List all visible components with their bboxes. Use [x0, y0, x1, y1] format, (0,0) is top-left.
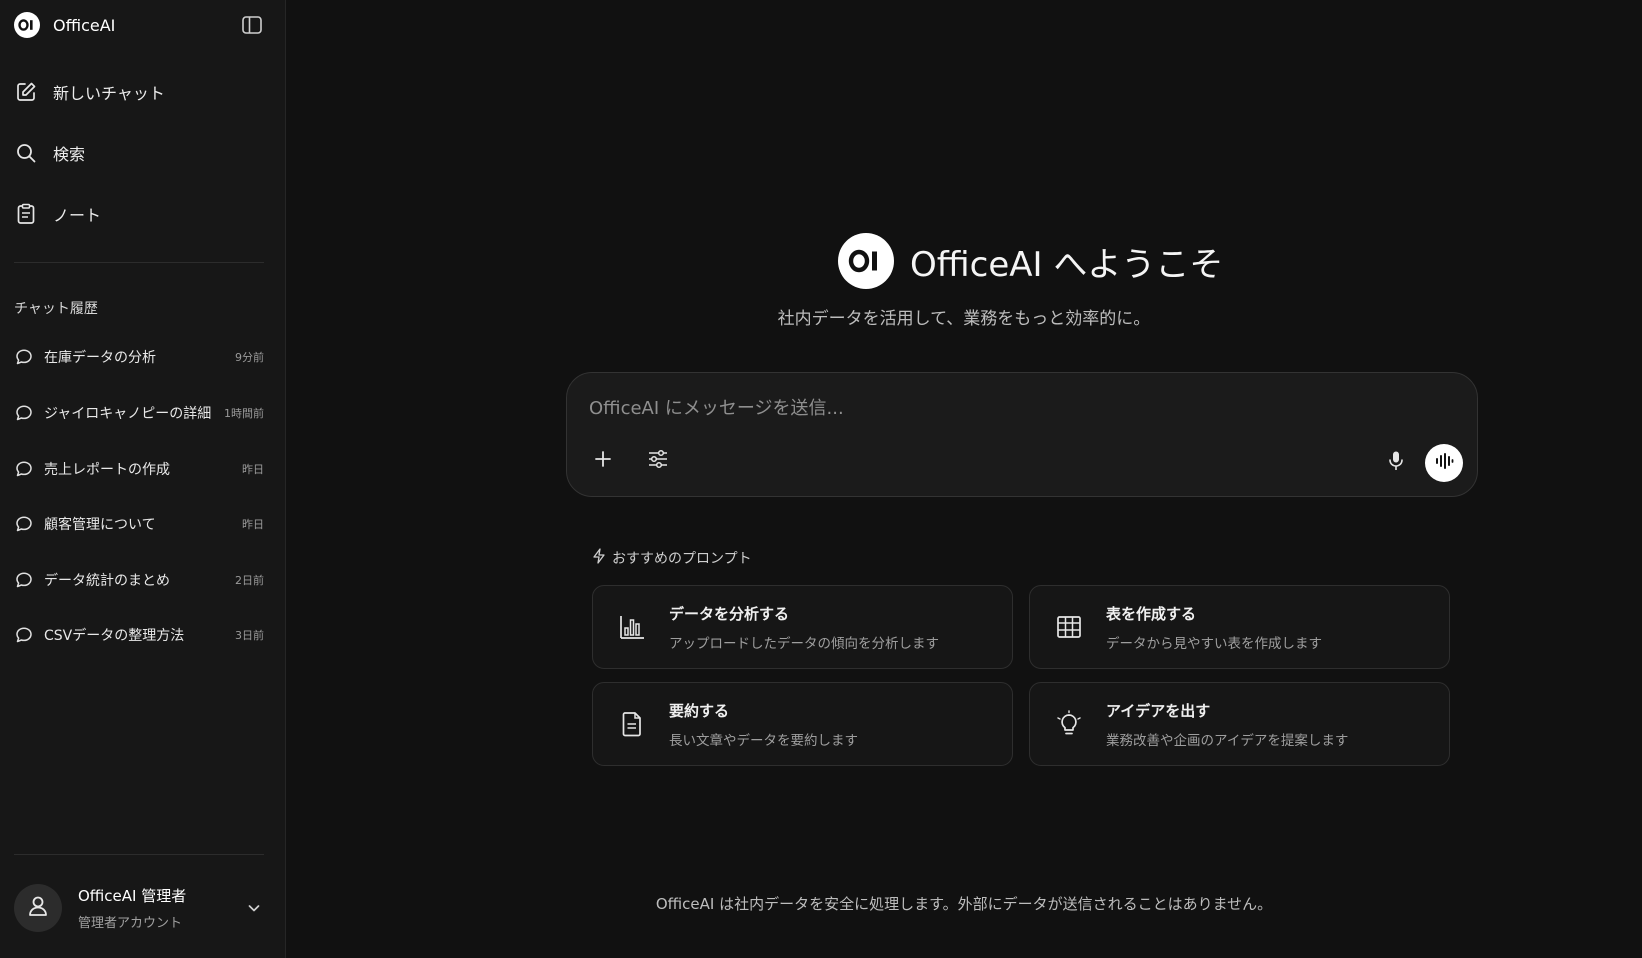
chat-bubble-icon — [14, 459, 34, 479]
user-icon — [25, 893, 51, 923]
main-content: OfficeAI へようこそ 社内データを活用して、業務をもっと効率的に。 Of… — [286, 0, 1642, 958]
user-menu[interactable]: OfficeAI 管理者 管理者アカウント — [14, 880, 264, 936]
lightbulb-icon — [1054, 709, 1084, 739]
note-icon — [14, 202, 38, 226]
chevron-down-icon — [244, 898, 264, 918]
recommended-prompts-label: おすすめのプロンプト — [612, 551, 752, 567]
officeai-logo-icon — [14, 12, 40, 38]
history-title: データ統計のまとめ — [44, 573, 170, 589]
chat-bubble-icon — [14, 570, 34, 590]
history-title: 在庫データの分析 — [44, 350, 156, 366]
app-root: OfficeAI 新しいチャット 検索 ノート チャット履歴 在庫データの分析 … — [0, 0, 1642, 958]
recommended-prompts-title: おすすめのプロンプト — [592, 548, 752, 568]
card-title: 表を作成する — [1106, 604, 1197, 623]
new-chat-button[interactable]: 新しいチャット — [14, 74, 264, 110]
lightning-icon — [592, 548, 606, 568]
message-composer — [566, 372, 1478, 497]
history-time: 昨日 — [242, 518, 264, 531]
sidebar: OfficeAI 新しいチャット 検索 ノート チャット履歴 在庫データの分析 … — [0, 0, 286, 958]
sidebar-divider — [14, 854, 264, 855]
notes-label: ノート — [53, 206, 102, 225]
card-description: アップロードしたデータの傾向を分析します — [669, 635, 939, 652]
app-name: OfficeAI — [53, 15, 116, 35]
new-chat-label: 新しいチャット — [53, 84, 165, 103]
card-description: 業務改善や企画のアイデアを提案します — [1106, 732, 1349, 749]
history-title: 売上レポートの作成 — [44, 462, 170, 478]
document-icon — [617, 709, 647, 739]
avatar — [14, 884, 62, 932]
chat-bubble-icon — [14, 514, 34, 534]
history-time: 1時間前 — [224, 407, 264, 420]
chat-bubble-icon — [14, 625, 34, 645]
history-item[interactable]: データ統計のまとめ 2日前 — [14, 564, 264, 596]
sliders-icon — [647, 449, 669, 473]
welcome-subtitle: 社内データを活用して、業務をもっと効率的に。 — [777, 309, 1151, 329]
message-input[interactable] — [589, 393, 1449, 423]
prompt-card-ideas[interactable]: アイデアを出す 業務改善や企画のアイデアを提案します — [1029, 682, 1450, 766]
prompt-card-table[interactable]: 表を作成する データから見やすい表を作成します — [1029, 585, 1450, 669]
user-name: OfficeAI 管理者 — [78, 887, 187, 905]
prompt-card-summarize[interactable]: 要約する 長い文章やデータを要約します — [592, 682, 1013, 766]
history-item[interactable]: CSVデータの整理方法 3日前 — [14, 619, 264, 651]
privacy-notice: OfficeAI は社内データを安全に処理します。外部にデータが送信されることは… — [655, 895, 1273, 913]
history-time: 2日前 — [235, 574, 264, 587]
chat-bubble-icon — [14, 403, 34, 423]
welcome-title: OfficeAI へようこそ — [910, 244, 1224, 285]
history-item[interactable]: 在庫データの分析 9分前 — [14, 341, 264, 373]
bar-chart-icon — [617, 612, 647, 642]
search-label: 検索 — [53, 145, 86, 164]
waveform-icon — [1434, 452, 1454, 474]
search-icon — [14, 141, 38, 165]
history-time: 昨日 — [242, 463, 264, 476]
card-title: アイデアを出す — [1106, 701, 1211, 720]
officeai-logo-icon — [838, 233, 894, 289]
microphone-icon — [1387, 450, 1405, 476]
history-title: CSVデータの整理方法 — [44, 628, 185, 644]
welcome-header: OfficeAI へようこそ — [838, 233, 1223, 289]
voice-mode-button[interactable] — [1425, 444, 1463, 482]
attach-button[interactable] — [586, 444, 620, 478]
chat-history-title: チャット履歴 — [14, 301, 98, 317]
card-title: データを分析する — [669, 604, 790, 623]
tools-button[interactable] — [641, 444, 675, 478]
card-description: データから見やすい表を作成します — [1106, 635, 1322, 652]
card-title: 要約する — [669, 701, 730, 720]
table-icon — [1054, 612, 1084, 642]
chat-bubble-icon — [14, 347, 34, 367]
user-role: 管理者アカウント — [78, 916, 183, 931]
prompt-card-analyze[interactable]: データを分析する アップロードしたデータの傾向を分析します — [592, 585, 1013, 669]
history-item[interactable]: ジャイロキャノピーの詳細 1時間前 — [14, 397, 264, 429]
sidebar-toggle-icon[interactable] — [240, 14, 264, 36]
sidebar-divider — [14, 262, 264, 263]
history-item[interactable]: 売上レポートの作成 昨日 — [14, 453, 264, 485]
search-button[interactable]: 検索 — [14, 135, 264, 171]
history-title: ジャイロキャノピーの詳細 — [44, 406, 212, 422]
history-item[interactable]: 顧客管理について 昨日 — [14, 508, 264, 540]
edit-icon — [14, 80, 38, 104]
history-title: 顧客管理について — [44, 517, 156, 533]
microphone-button[interactable] — [1379, 446, 1413, 480]
history-time: 9分前 — [235, 351, 264, 364]
plus-icon — [593, 449, 613, 473]
history-time: 3日前 — [235, 629, 264, 642]
notes-button[interactable]: ノート — [14, 196, 264, 232]
card-description: 長い文章やデータを要約します — [669, 732, 858, 749]
brand: OfficeAI — [14, 12, 264, 38]
